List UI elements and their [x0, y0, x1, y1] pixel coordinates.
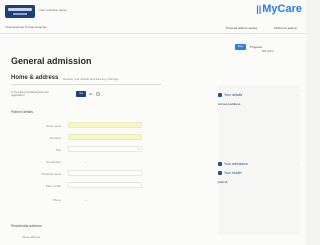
admission-icon	[218, 162, 222, 167]
breadcrumb[interactable]: Onlinewebapp Private Hospital	[5, 25, 46, 29]
panel-item-label: Your health	[224, 171, 242, 175]
save-later-link[interactable]: Proceed without saving	[226, 26, 257, 30]
panel-item-details-sub: Account address	[218, 102, 241, 106]
page-title: General admission	[11, 56, 92, 66]
yes-button[interactable]: Yes	[76, 91, 86, 97]
patient-details-heading: Patient details	[11, 110, 33, 114]
logo-mark	[8, 8, 32, 11]
field-label: Given name	[45, 124, 61, 128]
progress-panel	[218, 85, 300, 235]
no-button[interactable]: No	[89, 91, 93, 97]
preferred-name-input[interactable]	[68, 170, 142, 176]
title-select[interactable]: ▾	[68, 146, 142, 152]
section-title: Home & address	[11, 75, 59, 81]
field-label: Phone	[52, 198, 61, 202]
dob-input[interactable]	[68, 182, 142, 188]
health-icon	[218, 171, 222, 176]
help-icon[interactable]: ?	[96, 92, 100, 96]
brand-icon: ||	[256, 4, 262, 14]
access-key-link[interactable]: Online for saving	[274, 26, 297, 30]
chevron-down-icon: ▾	[137, 147, 139, 151]
panel-item-health[interactable]: Your health ›	[218, 171, 300, 176]
own-registration-question: Is the patient completing their own regi…	[11, 91, 49, 98]
field-label: Street address	[22, 235, 41, 239]
field-label: Preferred name	[41, 172, 61, 176]
chevron-icon: ›	[297, 162, 298, 166]
org-logo	[5, 5, 35, 18]
page: Your practice name ||MyCare Onlinewebapp…	[0, 0, 306, 245]
section-hint: Review your details and add any changes	[63, 77, 119, 81]
brand-logo[interactable]: ||MyCare	[256, 3, 302, 15]
panel-item-admission[interactable]: Your admission ›	[218, 162, 300, 167]
panel-item-label: Your admission	[224, 162, 248, 166]
field-label: Date of birth	[45, 184, 61, 188]
progress-value: 0% done	[262, 49, 274, 53]
logo-mark-line	[13, 13, 27, 15]
brand-name: MyCare	[262, 3, 302, 15]
field-label: Title	[55, 148, 61, 152]
gender-select[interactable]: —	[84, 160, 87, 164]
sub-navigation-bar: Onlinewebapp Private Hospital Proceed wi…	[0, 22, 306, 34]
section-divider	[11, 84, 161, 85]
person-icon	[218, 93, 222, 98]
field-label: Gender/Sex	[46, 160, 61, 164]
panel-item-label: Your details	[224, 93, 243, 97]
chevron-icon: ›	[297, 171, 298, 175]
panel-item-submit[interactable]: Submit	[218, 180, 227, 184]
surname-input[interactable]	[68, 134, 142, 140]
field-label: Surname	[49, 136, 61, 140]
given-name-input[interactable]	[68, 122, 142, 128]
phone-input[interactable]: —	[84, 198, 87, 202]
residential-address-heading: Residential address	[11, 224, 42, 228]
chevron-icon: ›	[297, 93, 298, 97]
save-button[interactable]: Save	[235, 44, 246, 50]
progress-label: Progress	[250, 45, 263, 49]
panel-item-details[interactable]: Your details ›	[218, 93, 300, 98]
org-name: Your practice name	[39, 8, 67, 12]
